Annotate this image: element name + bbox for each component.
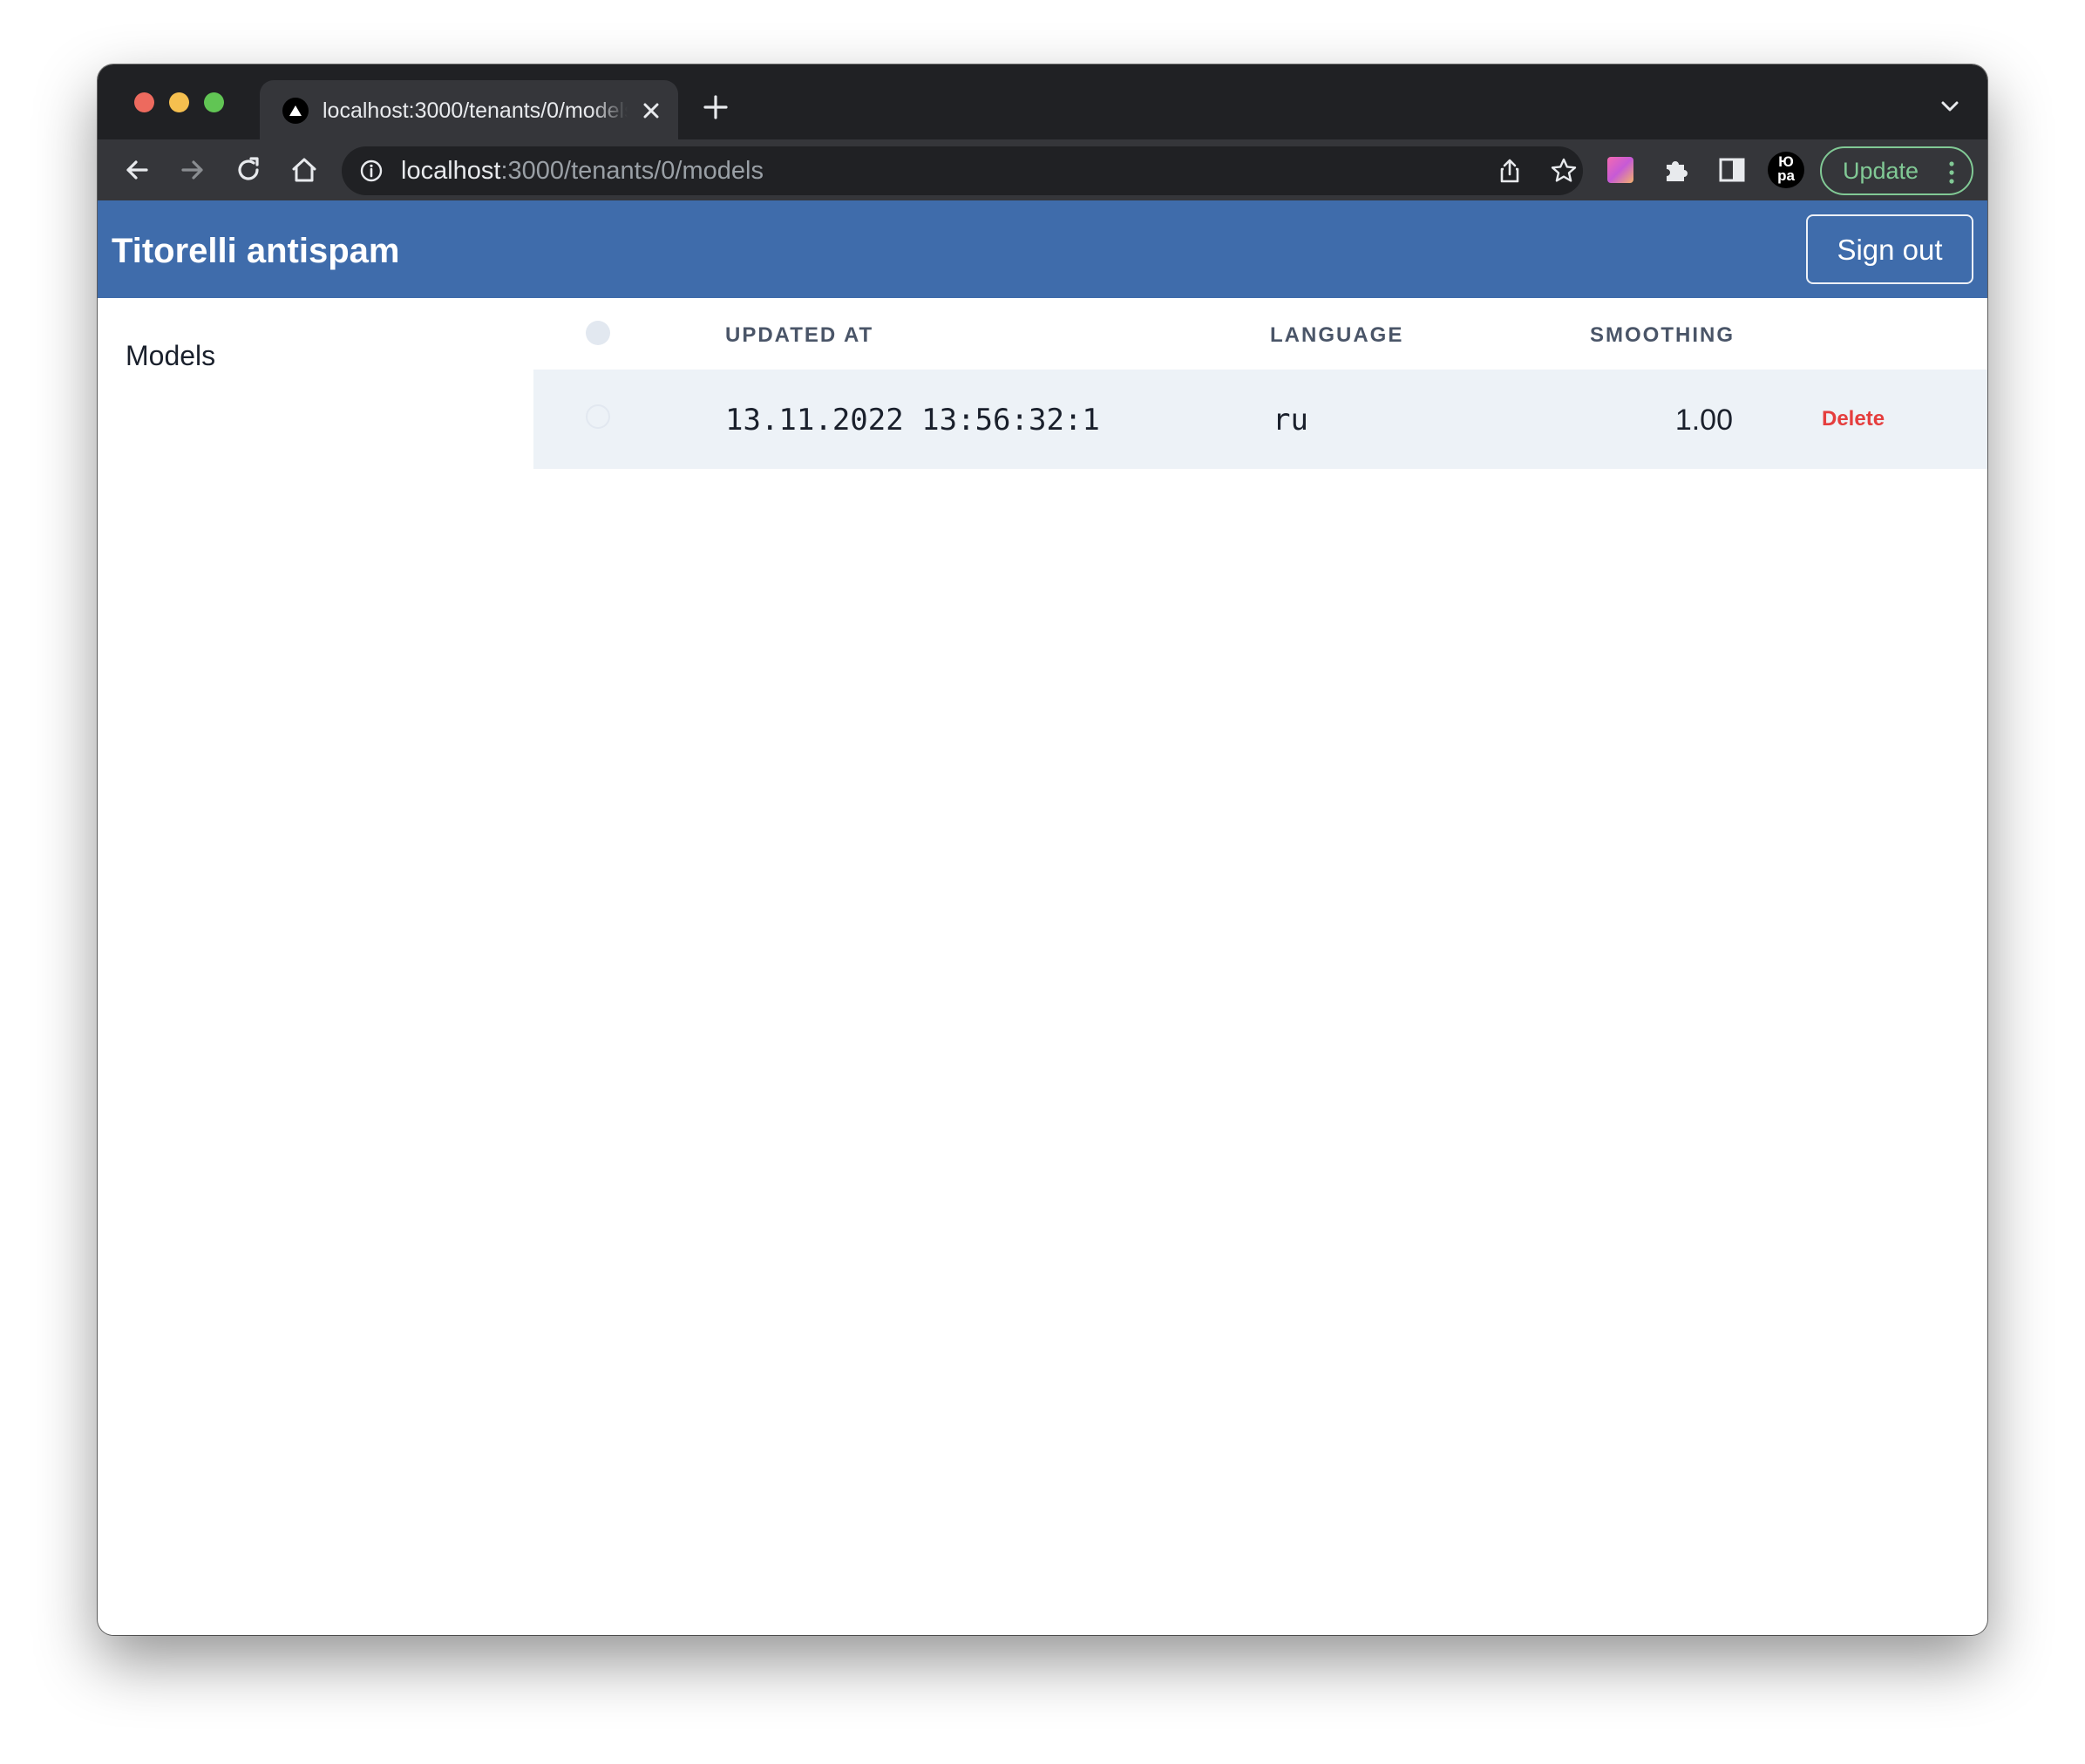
triangle-favicon-icon [282,98,309,124]
share-icon[interactable] [1496,157,1524,185]
cell-language: ru [1273,403,1308,438]
sidebar-item-models[interactable]: Models [126,338,215,373]
extension-gradient-icon[interactable] [1606,155,1635,185]
kebab-menu-icon[interactable] [1949,160,1954,185]
back-arrow-icon[interactable] [120,153,153,187]
reload-icon[interactable] [232,153,265,187]
chevron-down-icon[interactable] [1939,98,1961,115]
column-header-smoothing[interactable]: SMOOTHING [1590,322,1735,349]
app-header: Titorelli antispam Sign out [98,200,1987,298]
table-row[interactable]: 13.11.2022 13:56:32:1 ru 1.00 Delete [533,370,1987,469]
puzzle-extensions-icon[interactable] [1661,155,1691,185]
side-panel-icon[interactable] [1717,155,1747,185]
column-header-language[interactable]: LANGUAGE [1270,322,1403,349]
update-button[interactable]: Update [1820,146,1973,195]
row-select-radio[interactable] [586,404,610,429]
browser-window: localhost:3000/tenants/0/models localhos… [98,64,1987,1635]
cell-smoothing: 1.00 [1674,404,1733,437]
delete-button[interactable]: Delete [1822,406,1885,432]
close-tab-icon[interactable] [638,98,664,124]
bookmark-star-icon[interactable] [1550,157,1578,185]
home-icon[interactable] [288,153,321,187]
models-table: UPDATED AT LANGUAGE SMOOTHING 13.11.2022… [533,298,1987,469]
tab-title: localhost:3000/tenants/0/models [323,98,628,123]
tab-strip: localhost:3000/tenants/0/models [98,64,1987,139]
minimize-window-button[interactable] [169,92,189,112]
table-header: UPDATED AT LANGUAGE SMOOTHING [533,298,1987,370]
address-bar[interactable]: localhost:3000/tenants/0/models [342,146,1583,195]
profile-avatar[interactable]: Ю ра [1768,152,1804,188]
sign-out-button[interactable]: Sign out [1806,214,1973,284]
forward-arrow-icon[interactable] [176,153,209,187]
maximize-window-button[interactable] [204,92,224,112]
url-text: localhost:3000/tenants/0/models [401,157,764,185]
close-window-button[interactable] [134,92,154,112]
app-title: Titorelli antispam [112,232,400,270]
cell-updated-at: 13.11.2022 13:56:32:1 [725,403,1100,438]
browser-tab[interactable]: localhost:3000/tenants/0/models [260,80,678,139]
new-tab-plus-icon[interactable] [701,92,730,122]
info-icon[interactable] [359,159,384,183]
browser-toolbar: localhost:3000/tenants/0/models Ю ра Upd… [98,139,1987,200]
column-header-updated-at[interactable]: UPDATED AT [725,322,873,349]
select-all-radio[interactable] [586,321,610,345]
